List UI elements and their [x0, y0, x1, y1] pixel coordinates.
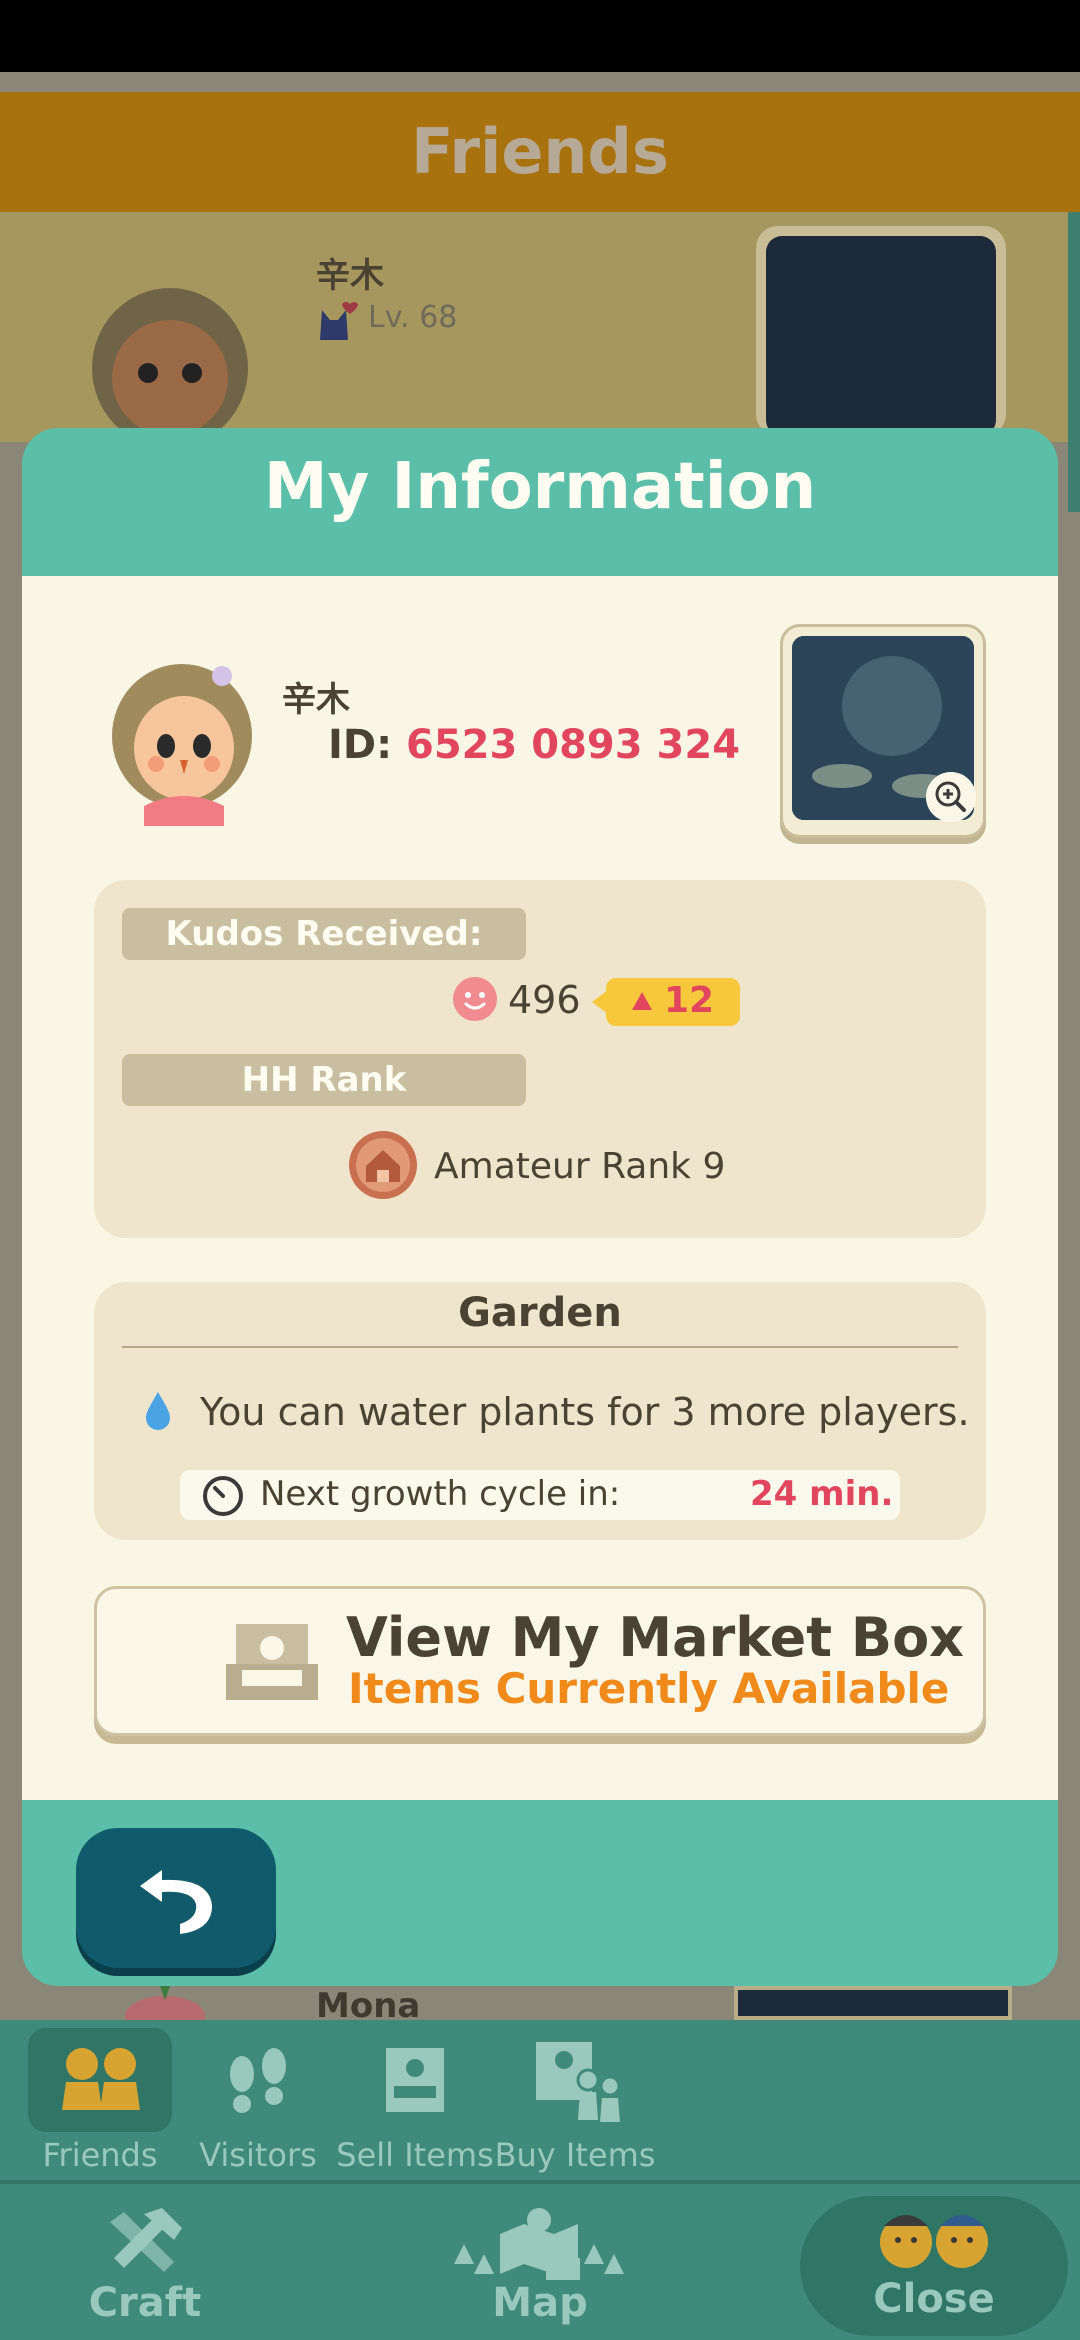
cat-heart-icon	[320, 302, 358, 340]
tab-sell-items-label: Sell Items	[336, 2136, 494, 2174]
zoom-in-icon[interactable]	[926, 772, 976, 822]
hh-rank-label: HH Rank	[122, 1054, 526, 1106]
user-avatar	[112, 664, 252, 826]
user-id-label: ID:	[328, 722, 407, 768]
scrollbar[interactable]	[1068, 212, 1080, 512]
friends-icon	[62, 2048, 140, 2110]
water-drop-icon	[146, 1392, 170, 1430]
user-id-value: 6523 0893 324	[406, 722, 741, 768]
map-icon	[454, 2208, 624, 2280]
back-arrow-icon	[140, 1870, 212, 1934]
market-box-icon	[386, 2048, 444, 2112]
friend-room-image	[766, 236, 996, 436]
growth-cycle-label: Next growth cycle in:	[260, 1474, 621, 1514]
map-label: Map	[492, 2280, 588, 2326]
tab-sell-items[interactable]: Sell Items	[336, 2028, 494, 2178]
hh-rank-value: Amateur Rank 9	[434, 1146, 726, 1187]
buy-items-icon	[536, 2042, 621, 2122]
market-box-title: View My Market Box	[346, 1606, 964, 1669]
villagers-icon	[880, 2215, 988, 2268]
user-name: 辛木	[282, 680, 350, 720]
rank-medal-icon	[349, 1131, 417, 1199]
smile-icon	[453, 977, 497, 1021]
craft-label: Craft	[88, 2280, 202, 2326]
close-label: Close	[873, 2276, 995, 2322]
market-box-subtitle: Items Currently Available	[348, 1664, 950, 1713]
tab-visitors-label: Visitors	[199, 2136, 317, 2174]
modal-title: My Information	[263, 450, 817, 524]
market-box-icon	[226, 1624, 318, 1700]
footprints-icon	[230, 2048, 286, 2113]
kudos-label: Kudos Received:	[122, 908, 526, 960]
garden-title: Garden	[458, 1290, 622, 1336]
close-button[interactable]: Close	[800, 2196, 1068, 2336]
turnip-icon	[125, 1986, 205, 2020]
user-id: ID: 6523 0893 324	[328, 722, 740, 768]
tab-friends[interactable]: Friends	[28, 2028, 172, 2178]
friend-level: Lv. 68	[368, 300, 458, 335]
triangle-up-icon	[632, 992, 652, 1010]
friend-name: 辛木	[316, 256, 384, 296]
garden-water-text: You can water plants for 3 more players.	[200, 1390, 970, 1434]
map-button[interactable]: Map	[440, 2200, 640, 2336]
craft-button[interactable]: Craft	[60, 2200, 230, 2336]
timer-icon	[203, 1476, 243, 1516]
tab-buy-items[interactable]: Buy Items	[495, 2028, 655, 2178]
status-bar	[0, 0, 1080, 72]
hammer-icon	[110, 2208, 182, 2272]
tab-buy-items-label: Buy Items	[494, 2136, 656, 2174]
friends-title: Friends	[411, 115, 669, 188]
tab-visitors[interactable]: Visitors	[188, 2028, 328, 2178]
growth-cycle-value: 24 min.	[750, 1474, 894, 1514]
garden-divider	[122, 1346, 958, 1348]
kudos-delta: 12	[664, 980, 715, 1021]
tab-friends-label: Friends	[42, 2136, 158, 2174]
next-friend-room-thumbnail	[734, 1986, 1012, 2020]
kudos-count: 496	[508, 978, 581, 1022]
